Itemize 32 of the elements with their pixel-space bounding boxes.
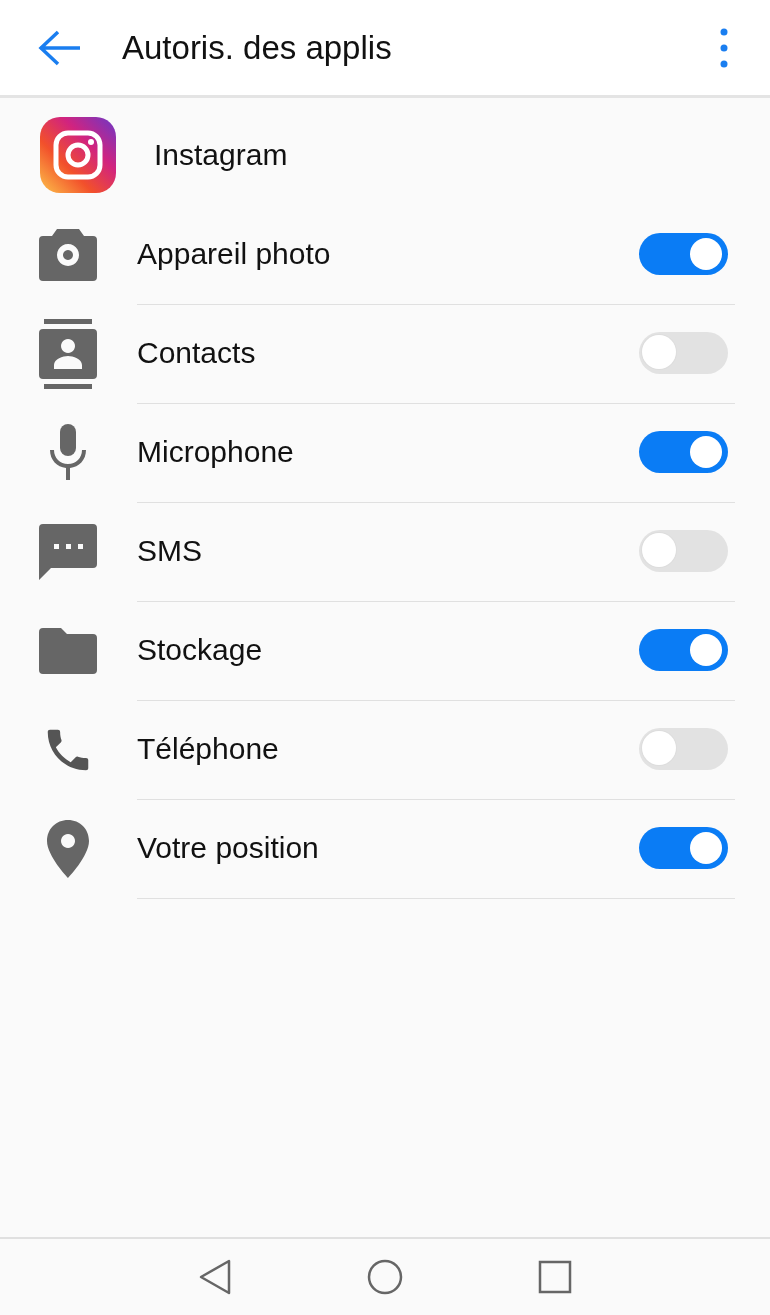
screen-title: Autoris. des applis — [122, 28, 393, 67]
folder-icon — [38, 627, 97, 674]
more-options-icon — [720, 27, 728, 68]
app-name: Instagram — [154, 138, 288, 172]
toggle-switch[interactable] — [639, 728, 728, 770]
back-button[interactable] — [38, 29, 80, 66]
toggle-switch[interactable] — [639, 431, 728, 473]
message-icon — [38, 523, 97, 580]
permission-label: SMS — [137, 534, 203, 568]
location-pin-icon — [45, 819, 90, 878]
app-logo-icon — [40, 117, 116, 193]
recents-button[interactable] — [538, 1260, 572, 1294]
toggle-switch[interactable] — [639, 332, 728, 374]
permission-label: Téléphone — [137, 732, 280, 766]
back-triangle-icon — [198, 1259, 232, 1295]
recents-square-icon — [538, 1260, 572, 1294]
permission-label: Votre position — [137, 831, 320, 865]
more-options-button[interactable] — [720, 27, 728, 68]
toggle-switch[interactable] — [639, 233, 728, 275]
toggle-switch[interactable] — [639, 629, 728, 671]
home-circle-icon — [367, 1259, 403, 1295]
toggle-switch[interactable] — [639, 827, 728, 869]
toggle-switch[interactable] — [639, 530, 728, 572]
contact-card-icon — [38, 318, 97, 389]
camera-icon — [38, 228, 97, 281]
back-arrow-icon — [38, 29, 80, 66]
permission-label: Microphone — [137, 435, 295, 469]
permission-label: Stockage — [137, 633, 264, 667]
permission-label: Appareil photo — [137, 237, 332, 271]
home-button[interactable] — [367, 1259, 403, 1295]
permission-label: Contacts — [137, 336, 257, 370]
back-nav-button[interactable] — [198, 1259, 232, 1295]
